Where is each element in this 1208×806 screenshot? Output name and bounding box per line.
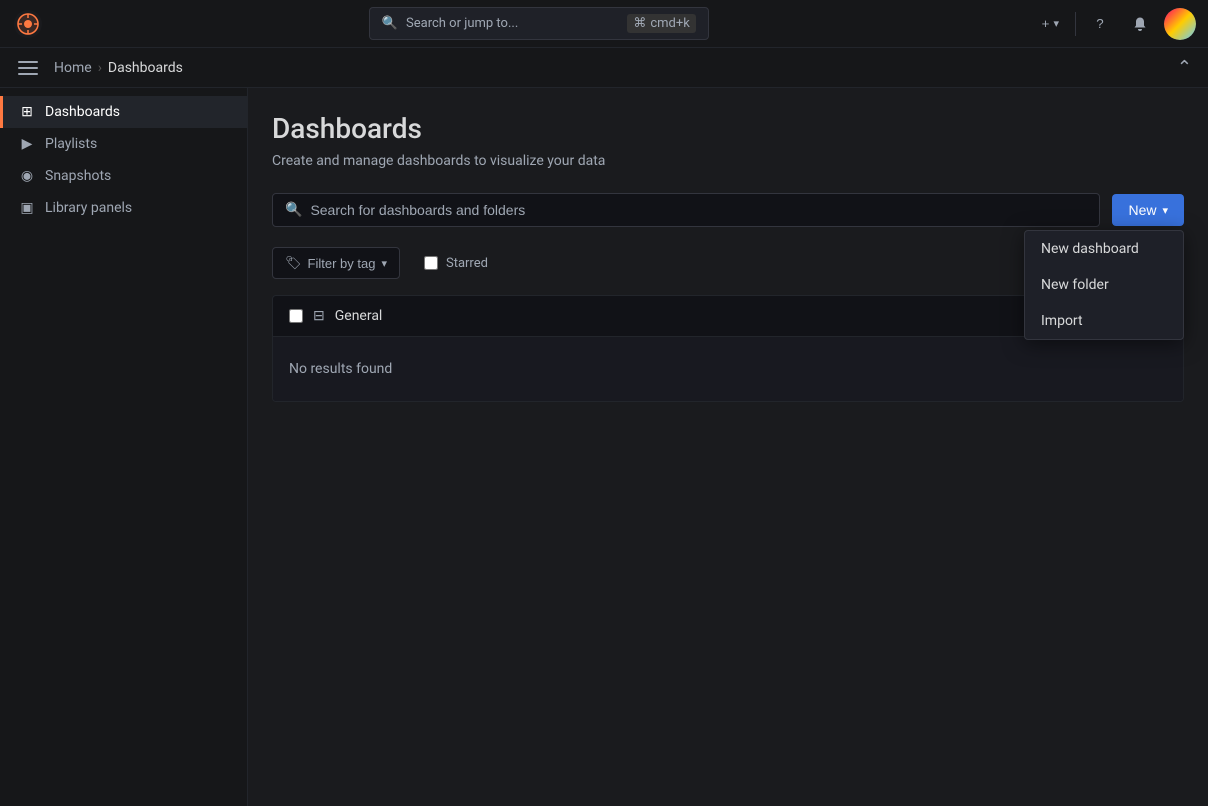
new-dropdown-menu: New dashboard New folder Import	[1024, 230, 1184, 340]
notifications-button[interactable]	[1124, 8, 1156, 40]
breadcrumb-bar: Home › Dashboards ⌃	[0, 48, 1208, 88]
search-icon: 🔍	[382, 16, 398, 31]
folder-name: General	[335, 308, 383, 324]
sidebar-item-label: Library panels	[45, 200, 132, 216]
sidebar-item-label: Playlists	[45, 136, 97, 152]
user-avatar[interactable]	[1164, 8, 1196, 40]
sidebar-item-label: Snapshots	[45, 168, 111, 184]
grafana-logo[interactable]	[12, 8, 44, 40]
search-bar: 🔍 Search or jump to... ⌘ cmd+k	[52, 7, 1026, 40]
add-new-button[interactable]: + ▾	[1034, 8, 1067, 40]
new-button[interactable]: New ▾	[1112, 194, 1184, 226]
main-layout: ⊞ Dashboards ▶ Playlists ◉ Snapshots ▣ L…	[0, 88, 1208, 806]
global-search[interactable]: 🔍 Search or jump to... ⌘ cmd+k	[369, 7, 709, 40]
search-shortcut: ⌘ cmd+k	[627, 14, 696, 33]
new-folder-option[interactable]: New folder	[1025, 267, 1183, 303]
top-nav: 🔍 Search or jump to... ⌘ cmd+k + ▾ ?	[0, 0, 1208, 48]
tag-icon: 🏷	[285, 255, 302, 271]
hamburger-menu[interactable]	[16, 56, 40, 80]
breadcrumb-home[interactable]: Home	[54, 60, 92, 76]
search-placeholder-text: Search or jump to...	[406, 16, 518, 31]
sidebar-item-library-panels[interactable]: ▣ Library panels	[0, 192, 247, 224]
search-icon: 🔍	[285, 202, 302, 218]
playlists-icon: ▶	[19, 136, 35, 152]
filter-by-tag-button[interactable]: 🏷 Filter by tag ▾	[272, 247, 400, 279]
library-panels-icon: ▣	[19, 200, 35, 216]
page-title: Dashboards	[272, 112, 1184, 145]
folder-checkbox[interactable]	[289, 309, 303, 323]
sidebar-item-playlists[interactable]: ▶ Playlists	[0, 128, 247, 160]
nav-right: + ▾ ?	[1034, 8, 1196, 40]
help-button[interactable]: ?	[1084, 8, 1116, 40]
sidebar-item-label: Dashboards	[45, 104, 120, 120]
new-dashboard-option[interactable]: New dashboard	[1025, 231, 1183, 267]
content-area: Dashboards Create and manage dashboards …	[248, 88, 1208, 806]
starred-checkbox[interactable]	[424, 256, 438, 270]
new-button-wrapper: New ▾ New dashboard New folder Import	[1112, 194, 1184, 226]
sidebar-item-snapshots[interactable]: ◉ Snapshots	[0, 160, 247, 192]
snapshots-icon: ◉	[19, 168, 35, 184]
no-results-message: No results found	[273, 337, 1183, 401]
breadcrumb-separator: ›	[98, 60, 102, 76]
sidebar: ⊞ Dashboards ▶ Playlists ◉ Snapshots ▣ L…	[0, 88, 248, 806]
import-option[interactable]: Import	[1025, 303, 1183, 339]
dashboards-icon: ⊞	[19, 104, 35, 120]
folder-icon: ⊟	[313, 308, 325, 324]
nav-divider	[1075, 12, 1076, 36]
collapse-button[interactable]: ⌃	[1177, 57, 1192, 78]
breadcrumb-current: Dashboards	[108, 60, 183, 76]
search-new-bar: 🔍 New ▾ New dashboard New folder Import	[272, 193, 1184, 227]
search-input[interactable]	[310, 202, 1087, 218]
sidebar-item-dashboards[interactable]: ⊞ Dashboards	[0, 96, 247, 128]
dashboard-search-field[interactable]: 🔍	[272, 193, 1100, 227]
starred-filter[interactable]: Starred	[424, 256, 488, 271]
page-subtitle: Create and manage dashboards to visualiz…	[272, 153, 1184, 169]
